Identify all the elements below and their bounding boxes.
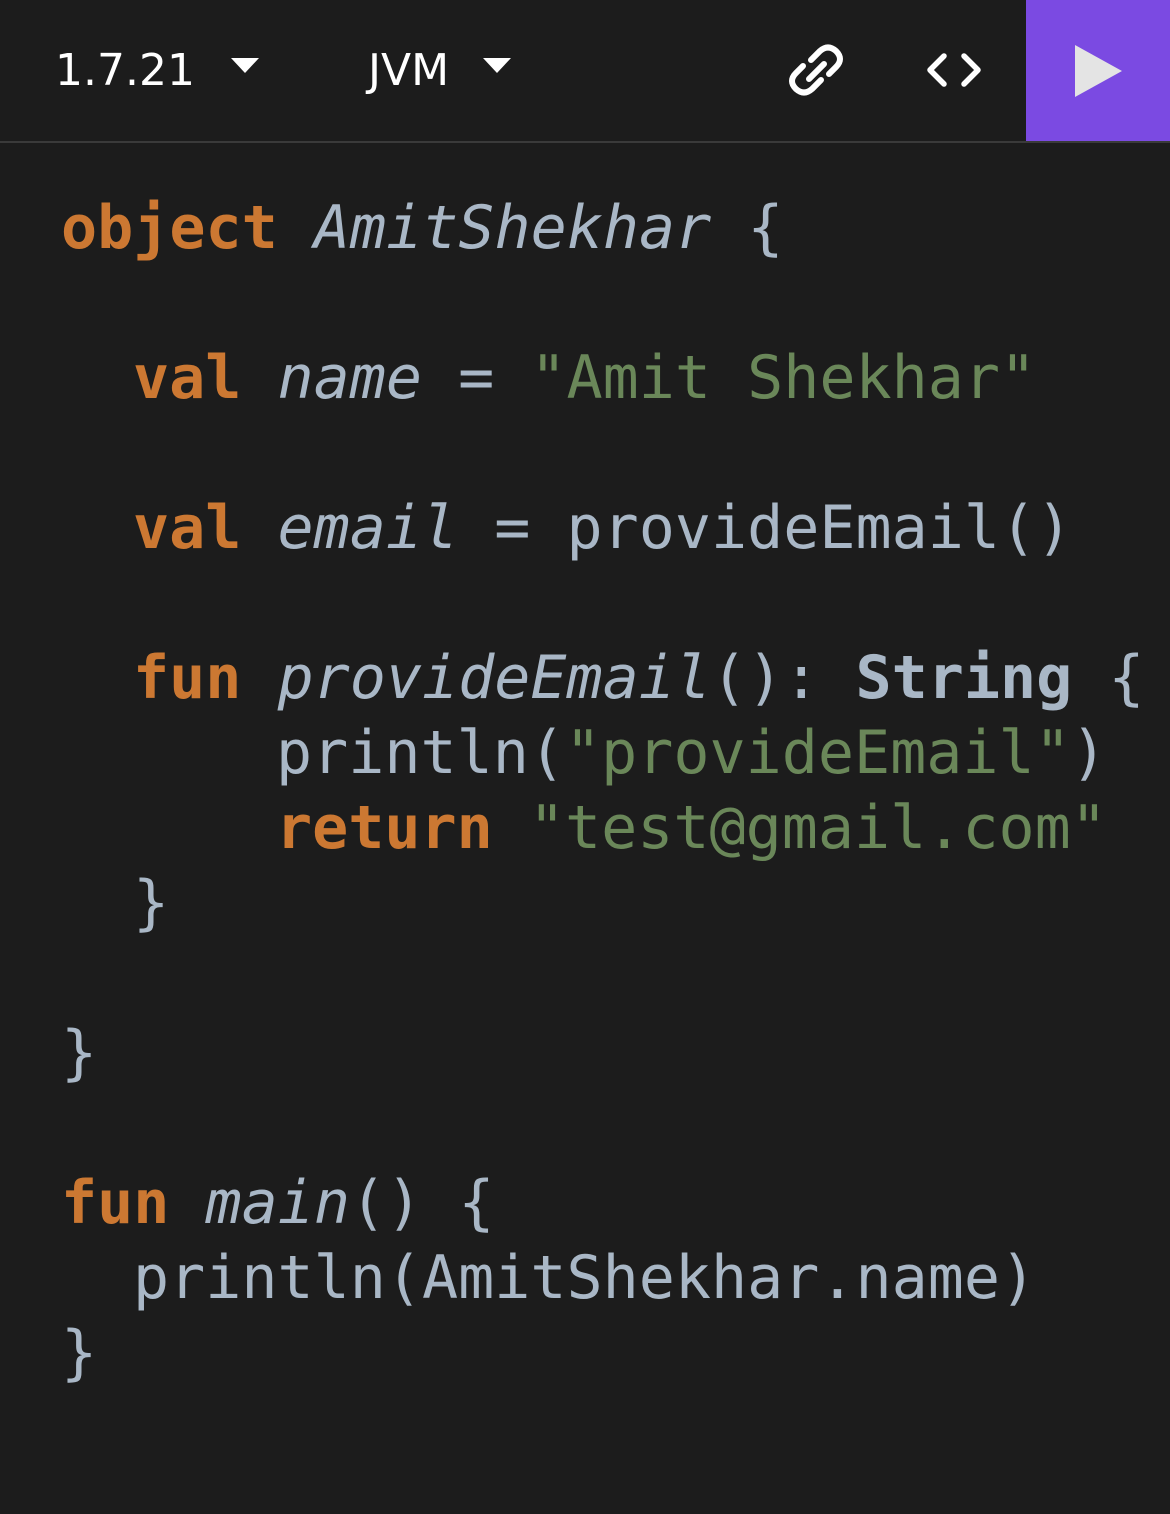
kotlin-version-label: 1.7.21: [55, 44, 195, 96]
function-name-token: provideEmail: [277, 643, 711, 713]
chevron-down-icon: [230, 57, 259, 73]
chevron-down-icon: [483, 57, 512, 73]
operator-token: =: [458, 343, 495, 413]
keyword-token: return: [276, 793, 493, 863]
call-token: println(AmitShekhar.name): [133, 1243, 1037, 1313]
call-token: println(: [276, 718, 565, 788]
code-line: }: [61, 1316, 97, 1391]
operator-token: =: [494, 493, 531, 563]
keyword-token: val: [133, 343, 242, 413]
code-line: val name = "Amit Shekhar": [133, 341, 1036, 416]
call-token: provideEmail(): [566, 493, 1073, 563]
run-button[interactable]: [1026, 0, 1170, 141]
string-token: "Amit Shekhar": [530, 343, 1037, 413]
property-name-token: name: [277, 343, 423, 413]
brace-token: }: [61, 1018, 98, 1088]
keyword-token: fun: [61, 1168, 170, 1238]
type-token: String: [855, 643, 1073, 713]
string-token: "test@gmail.com": [528, 793, 1107, 863]
brace-token: {: [1108, 643, 1145, 713]
kotlin-version-dropdown[interactable]: 1.7.21: [55, 38, 259, 102]
parens-token: () {: [350, 1168, 495, 1238]
code-line: fun provideEmail(): String {: [133, 641, 1144, 716]
string-token: "provideEmail": [564, 718, 1071, 788]
object-name-token: AmitShekhar: [313, 193, 712, 263]
code-line: println(AmitShekhar.name): [133, 1241, 1036, 1316]
target-platform-label: JVM: [368, 44, 450, 96]
code-line: println("provideEmail"): [276, 716, 1107, 791]
code-line: return "test@gmail.com": [276, 791, 1107, 866]
paren-token: ): [1070, 718, 1107, 788]
function-name-token: main: [205, 1168, 351, 1238]
code-line: object AmitShekhar {: [61, 191, 783, 266]
code-line: val email = provideEmail(): [133, 491, 1072, 566]
embed-code-button[interactable]: [919, 38, 989, 102]
share-link-button[interactable]: [781, 38, 851, 102]
link-icon: [789, 44, 843, 96]
brace-token: }: [61, 1318, 98, 1388]
editor-toolbar: 1.7.21 JVM: [0, 0, 1170, 143]
code-line: }: [61, 1016, 97, 1091]
brace-token: {: [747, 193, 784, 263]
keyword-token: val: [133, 493, 242, 563]
property-name-token: email: [277, 493, 459, 563]
play-icon: [1075, 44, 1122, 97]
keyword-token: object: [61, 193, 278, 263]
code-editor[interactable]: object AmitShekhar { val name = "Amit Sh…: [0, 143, 1170, 1514]
brace-token: }: [133, 868, 170, 938]
code-line: fun main() {: [61, 1166, 495, 1241]
code-brackets-icon: [927, 53, 981, 87]
keyword-token: fun: [133, 643, 242, 713]
parens-token: ():: [710, 643, 820, 713]
target-platform-dropdown[interactable]: JVM: [368, 38, 512, 102]
code-line: }: [133, 866, 169, 941]
